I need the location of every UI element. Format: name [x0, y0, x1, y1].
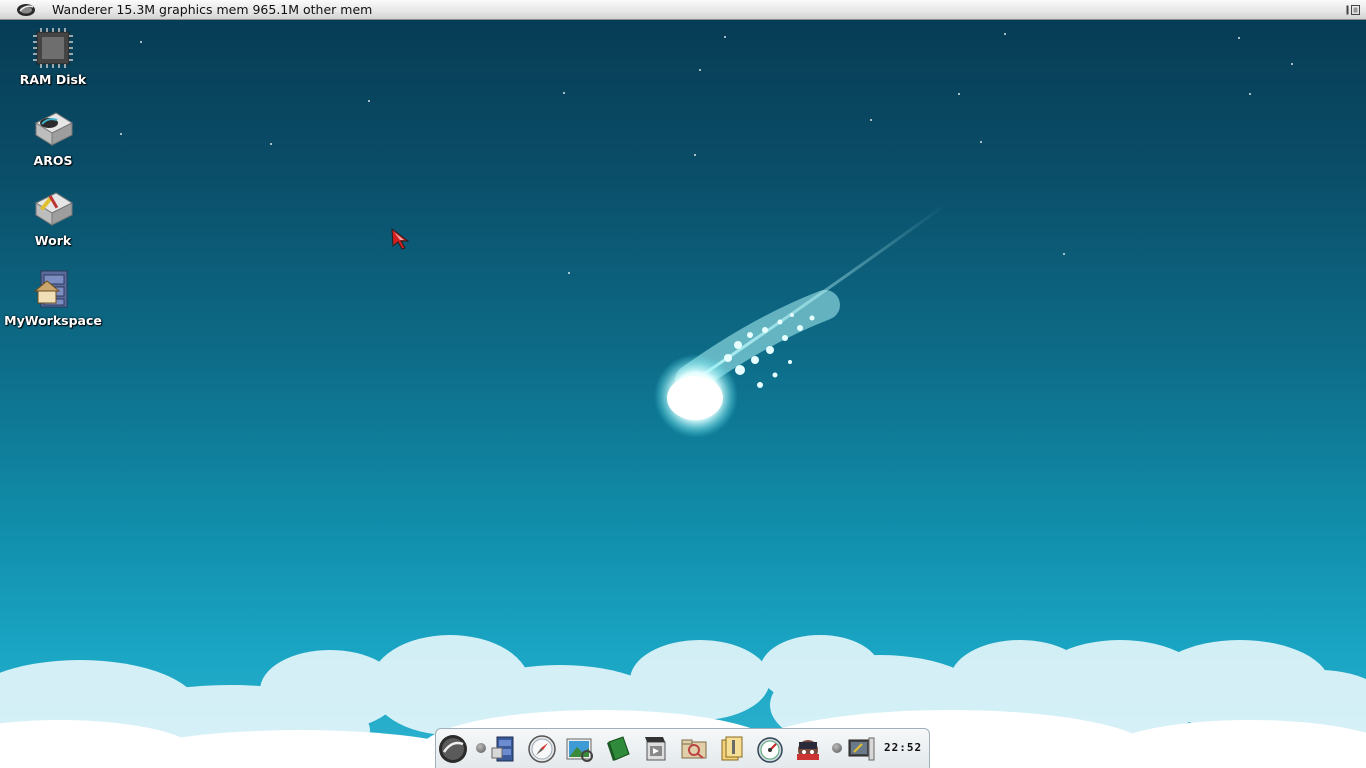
dock-bar: 22:52 [435, 728, 930, 768]
system-monitor-icon[interactable] [755, 734, 785, 764]
mouse-pointer-icon [391, 228, 410, 250]
desktop-icon-label: RAM Disk [19, 72, 87, 87]
desktop-icon-myworkspace[interactable]: MyWorkspace [3, 269, 103, 328]
browser-compass-icon[interactable] [527, 734, 557, 764]
desktop-icon-ram-disk[interactable]: RAM Disk [3, 28, 103, 87]
display-prefs-icon[interactable] [846, 734, 876, 764]
screen-title: Wanderer 15.3M graphics mem 965.1M other… [52, 2, 373, 17]
media-player-icon[interactable] [641, 734, 671, 764]
archive-icon[interactable] [717, 734, 747, 764]
desktop-icon-label: AROS [33, 153, 73, 168]
desktop-icon-aros[interactable]: AROS [3, 109, 103, 168]
cabinet-icon [33, 270, 68, 308]
desktop-icon-work[interactable]: Work [3, 189, 103, 248]
drive-icon [34, 112, 74, 146]
drive-icon [34, 192, 74, 226]
desktop-icon-label: MyWorkspace [4, 313, 102, 328]
dock-clock: 22:52 [884, 741, 923, 754]
aros-logo-icon[interactable] [16, 2, 36, 17]
image-viewer-icon[interactable] [565, 734, 595, 764]
search-folder-icon[interactable] [679, 734, 709, 764]
game-icon[interactable] [793, 734, 823, 764]
wallpaper-comet [654, 203, 946, 438]
aros-menu-icon[interactable] [438, 734, 468, 764]
chip-icon [33, 28, 73, 68]
desktop-icon-label: Work [34, 233, 72, 248]
file-manager-icon[interactable] [489, 734, 519, 764]
book-icon[interactable] [603, 734, 633, 764]
screen-depth-gadget-icon[interactable] [1346, 4, 1360, 16]
dock-separator [832, 743, 842, 753]
screen-title-bar: Wanderer 15.3M graphics mem 965.1M other… [0, 0, 1366, 20]
dock-separator [476, 743, 486, 753]
